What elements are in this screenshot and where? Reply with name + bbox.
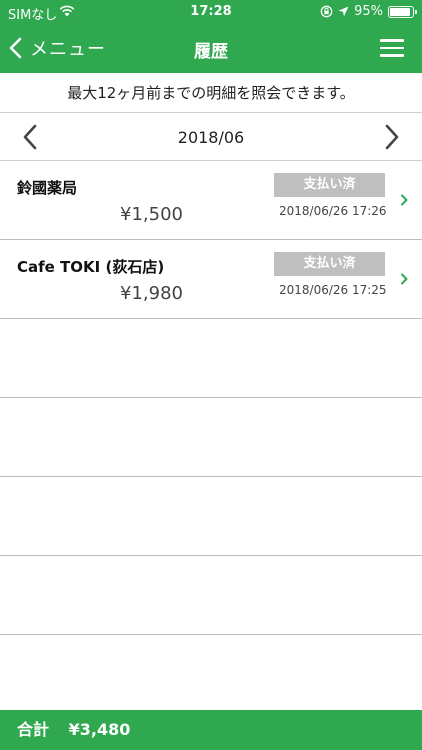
chevron-right-icon bbox=[401, 194, 408, 206]
total-amount: ¥3,480 bbox=[68, 720, 131, 739]
chevron-right-icon bbox=[401, 273, 408, 285]
empty-list-row bbox=[0, 319, 422, 398]
hamburger-menu-icon[interactable] bbox=[380, 39, 404, 57]
history-notice: 最大12ヶ月前までの明細を照会できます。 bbox=[0, 73, 422, 113]
transaction-amount: ¥1,500 bbox=[120, 204, 183, 225]
page-title: 履歴 bbox=[194, 42, 228, 62]
app-header: SIMなし 17:28 95% メニュー 履歴 bbox=[0, 0, 422, 73]
total-label: 合計 bbox=[17, 720, 50, 739]
status-indicators: 95% bbox=[320, 4, 417, 19]
month-selector: 2018/06 bbox=[0, 113, 422, 161]
total-footer: 合計 ¥3,480 bbox=[0, 710, 422, 750]
empty-list-row bbox=[0, 556, 422, 635]
transaction-amount: ¥1,980 bbox=[120, 283, 183, 304]
transaction-row[interactable]: 鈴國薬局 ¥1,500 支払い済 2018/06/26 17:26 bbox=[0, 161, 422, 240]
next-month-button[interactable] bbox=[382, 124, 402, 150]
transaction-datetime: 2018/06/26 17:26 bbox=[279, 204, 387, 218]
merchant-name: Cafe TOKI (荻石店) bbox=[17, 258, 165, 276]
merchant-name: 鈴國薬局 bbox=[17, 179, 78, 197]
battery-icon bbox=[388, 5, 417, 18]
payment-status-badge: 支払い済 bbox=[274, 173, 385, 197]
empty-list-row bbox=[0, 477, 422, 556]
month-label: 2018/06 bbox=[177, 128, 245, 147]
empty-list-row bbox=[0, 398, 422, 477]
orientation-lock-icon bbox=[320, 5, 333, 18]
transaction-row[interactable]: Cafe TOKI (荻石店) ¥1,980 支払い済 2018/06/26 1… bbox=[0, 240, 422, 319]
location-arrow-icon bbox=[338, 6, 349, 17]
empty-list-row bbox=[0, 635, 422, 710]
payment-status-badge: 支払い済 bbox=[274, 252, 385, 276]
battery-percent: 95% bbox=[354, 4, 383, 19]
status-bar: SIMなし 17:28 95% bbox=[0, 0, 422, 24]
transaction-datetime: 2018/06/26 17:25 bbox=[279, 283, 387, 297]
